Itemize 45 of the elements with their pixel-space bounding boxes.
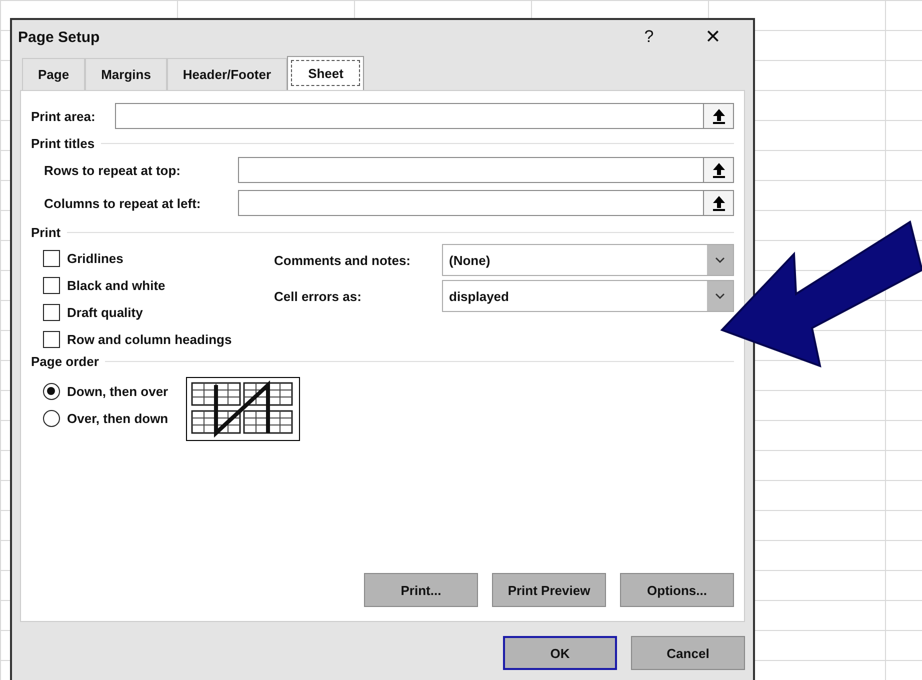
radio-label: Over, then down bbox=[67, 411, 168, 426]
radio-button[interactable] bbox=[43, 410, 60, 427]
checkbox-label: Draft quality bbox=[67, 305, 143, 320]
checkbox[interactable] bbox=[43, 250, 60, 267]
checkbox[interactable] bbox=[43, 331, 60, 348]
tab[interactable]: Header/Footer bbox=[166, 58, 288, 90]
radio-label: Down, then over bbox=[67, 384, 168, 399]
dialog-button[interactable]: Print Preview bbox=[492, 573, 606, 607]
dropdown[interactable]: (None) bbox=[442, 244, 734, 276]
chevron-down-icon bbox=[715, 293, 725, 299]
tab[interactable]: Margins bbox=[85, 58, 167, 90]
help-button[interactable]: ? bbox=[617, 22, 681, 52]
radio-button[interactable] bbox=[43, 383, 60, 400]
dropdown-label: Cell errors as: bbox=[274, 288, 362, 304]
dropdown-label: Comments and notes: bbox=[274, 252, 412, 268]
collapse-button[interactable] bbox=[704, 103, 734, 129]
checkbox-label: Gridlines bbox=[67, 251, 124, 266]
tab[interactable]: Sheet bbox=[287, 56, 364, 90]
field-label: Rows to repeat at top: bbox=[44, 162, 182, 178]
section-heading: Page order bbox=[31, 354, 99, 369]
close-button[interactable]: ✕ bbox=[681, 22, 745, 52]
section-heading: Print titles bbox=[31, 136, 95, 151]
checkbox-label: Row and column headings bbox=[67, 332, 232, 347]
dialog-button[interactable]: OK bbox=[503, 636, 617, 670]
dropdown[interactable]: displayed bbox=[442, 280, 734, 312]
input-field[interactable] bbox=[238, 157, 704, 183]
input-field[interactable] bbox=[238, 190, 704, 216]
checkbox[interactable] bbox=[43, 304, 60, 321]
window-title: Page Setup bbox=[18, 28, 101, 46]
section-heading: Print bbox=[31, 225, 61, 240]
checkbox[interactable] bbox=[43, 277, 60, 294]
up-arrow-icon bbox=[712, 108, 726, 124]
checkbox-label: Black and white bbox=[67, 278, 166, 293]
input-field[interactable] bbox=[115, 103, 704, 129]
field-label: Print area: bbox=[31, 108, 96, 124]
collapse-button[interactable] bbox=[704, 157, 734, 183]
collapse-button[interactable] bbox=[704, 190, 734, 216]
dialog-button[interactable]: Cancel bbox=[631, 636, 745, 670]
dialog-button[interactable]: Options... bbox=[620, 573, 734, 607]
dialog-button[interactable]: Print... bbox=[364, 573, 478, 607]
chevron-down-icon bbox=[715, 257, 725, 263]
up-arrow-icon bbox=[712, 162, 726, 178]
tab[interactable]: Page bbox=[22, 58, 86, 90]
field-label: Columns to repeat at left: bbox=[44, 196, 202, 210]
up-arrow-icon bbox=[712, 195, 726, 211]
